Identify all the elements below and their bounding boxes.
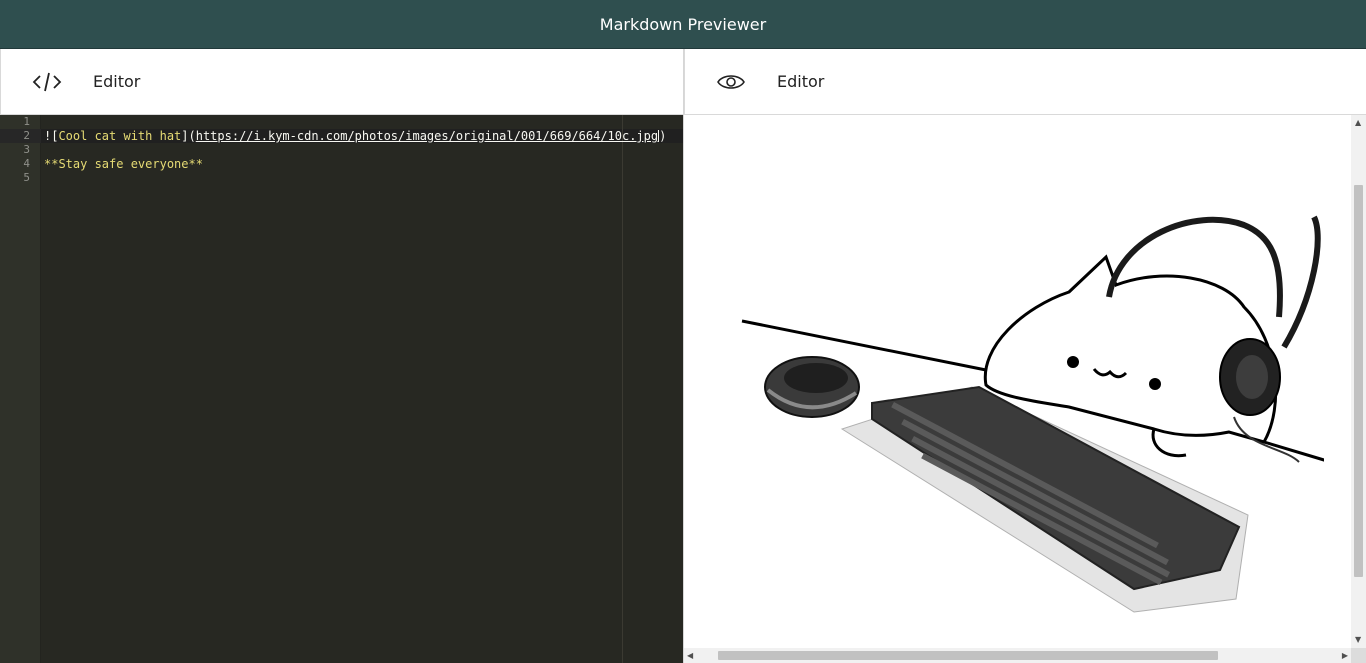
code-line-2[interactable]: ![Cool cat with hat](https://i.kym-cdn.c… bbox=[44, 129, 666, 143]
preview-pane: Editor ▲ ▼ ◀ ▶ bbox=[683, 49, 1366, 663]
code-line-4[interactable]: **Stay safe everyone** bbox=[44, 157, 203, 171]
line-number: 4 bbox=[23, 157, 30, 170]
preview-label: Editor bbox=[777, 72, 825, 91]
line-number: 3 bbox=[23, 143, 30, 156]
app-title-bar: Markdown Previewer bbox=[0, 0, 1366, 49]
line-gutter: 1 2 3 4 5 bbox=[0, 115, 41, 663]
print-margin bbox=[622, 115, 623, 663]
line-number: 5 bbox=[23, 171, 30, 184]
markdown-preview: ▲ ▼ ◀ ▶ bbox=[684, 115, 1366, 663]
eye-icon bbox=[711, 62, 751, 102]
horizontal-scroll-thumb[interactable] bbox=[718, 651, 1218, 660]
vertical-scroll-thumb[interactable] bbox=[1354, 185, 1363, 577]
app-title: Markdown Previewer bbox=[599, 14, 767, 34]
preview-vertical-scrollbar[interactable]: ▲ ▼ bbox=[1351, 115, 1366, 648]
editor-pane: Editor 1 2 3 4 5 ![Cool cat with hat](ht… bbox=[0, 49, 683, 663]
preview-header: Editor bbox=[684, 49, 1366, 115]
image-alt-text: Cool cat with hat bbox=[58, 129, 182, 143]
editor-label: Editor bbox=[93, 72, 141, 91]
cat-keyboard-image bbox=[741, 215, 1324, 613]
line-number: 1 bbox=[23, 115, 30, 128]
line-number: 2 bbox=[23, 129, 30, 142]
editor-header: Editor bbox=[0, 49, 683, 115]
scroll-down-arrow-icon[interactable]: ▼ bbox=[1355, 635, 1361, 645]
scroll-left-arrow-icon[interactable]: ◀ bbox=[687, 651, 693, 661]
scroll-right-arrow-icon[interactable]: ▶ bbox=[1342, 651, 1348, 661]
markdown-editor[interactable]: 1 2 3 4 5 ![Cool cat with hat](https://i… bbox=[0, 115, 683, 663]
scrollbar-corner bbox=[1351, 648, 1366, 663]
scroll-up-arrow-icon[interactable]: ▲ bbox=[1355, 118, 1361, 128]
image-url-link[interactable]: https://i.kym-cdn.com/photos/images/orig… bbox=[196, 129, 658, 143]
preview-horizontal-scrollbar[interactable]: ◀ ▶ bbox=[684, 648, 1351, 663]
code-icon bbox=[27, 62, 67, 102]
